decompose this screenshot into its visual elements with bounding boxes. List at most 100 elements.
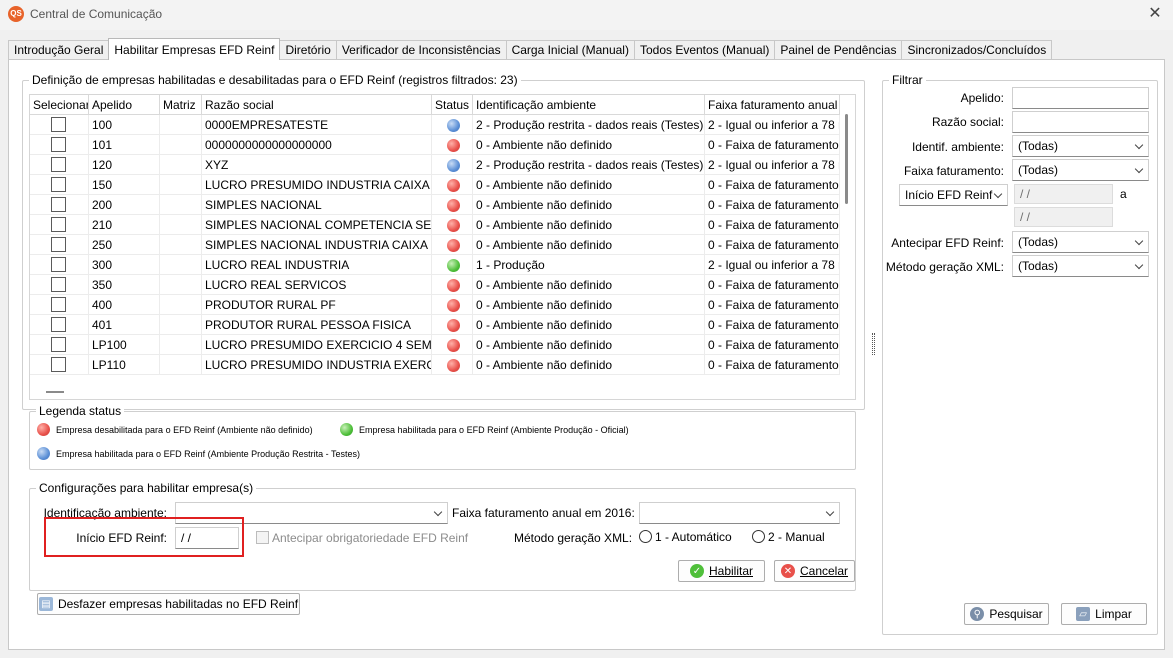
green-status-icon — [340, 423, 353, 436]
limpar-button[interactable]: ▱ Limpar — [1061, 603, 1147, 625]
table-row[interactable]: 350 LUCRO REAL SERVICOS 0 - Ambiente não d… — [30, 275, 840, 295]
table-row[interactable]: 100 0000EMPRESATESTE 2 - Produção restrita… — [30, 115, 840, 135]
table-row[interactable]: 120 XYZ 2 - Produção restrita - dados reai… — [30, 155, 840, 175]
cell-ambiente: 0 - Ambiente não definido — [473, 355, 705, 375]
tab-carga-inicial[interactable]: Carga Inicial (Manual) — [505, 40, 635, 60]
cell-ambiente: 0 - Ambiente não definido — [473, 135, 705, 155]
filter-metodo-label: Método geração XML: — [885, 260, 1004, 274]
row-checkbox[interactable] — [51, 277, 66, 292]
col-header-matriz[interactable]: Matriz — [160, 95, 202, 115]
status-legend-group: Legenda status — [29, 404, 856, 470]
filter-metodo-select[interactable]: (Todas) — [1012, 255, 1149, 277]
tab-todos-eventos[interactable]: Todos Eventos (Manual) — [633, 40, 776, 60]
pesquisar-button[interactable]: ⚲ Pesquisar — [964, 603, 1049, 625]
col-header-faixa[interactable]: Faixa faturamento anual — [705, 95, 840, 115]
document-icon: ▤ — [38, 597, 53, 611]
row-checkbox[interactable] — [51, 357, 66, 372]
radio-automatico[interactable] — [639, 530, 652, 543]
legend-red-text: Empresa desabilitada para o EFD Reinf (A… — [56, 425, 313, 435]
cell-faixa: 0 - Faixa de faturamento — [705, 175, 840, 195]
row-checkbox[interactable] — [51, 157, 66, 172]
table-row[interactable]: 200 SIMPLES NACIONAL 0 - Ambiente não defi… — [30, 195, 840, 215]
table-row[interactable]: 401 PRODUTOR RURAL PESSOA FISICA 0 - Ambie… — [30, 315, 840, 335]
filter-ident-select[interactable]: (Todas) — [1012, 135, 1149, 157]
close-icon[interactable]: ✕ — [1145, 4, 1165, 24]
cell-apelido: 250 — [89, 235, 160, 255]
cell-status — [432, 255, 473, 275]
filter-razao-input[interactable] — [1012, 111, 1149, 133]
grid-horizontal-scroll-thumb[interactable] — [46, 391, 64, 393]
cell-faixa: 0 - Faixa de faturamento — [705, 215, 840, 235]
row-checkbox[interactable] — [51, 117, 66, 132]
col-header-status[interactable]: Status — [432, 95, 473, 115]
col-header-apelido[interactable]: Apelido — [89, 95, 160, 115]
cell-selecionar — [30, 135, 89, 155]
cell-ambiente: 0 - Ambiente não definido — [473, 315, 705, 335]
row-checkbox[interactable] — [51, 137, 66, 152]
tab-habilitar-empresas[interactable]: Habilitar Empresas EFD Reinf — [108, 38, 281, 60]
cancelar-button[interactable]: ✕ Cancelar — [774, 560, 855, 582]
cell-matriz — [160, 195, 202, 215]
filter-ident-label: Identif. ambiente: — [911, 140, 1004, 154]
row-checkbox[interactable] — [51, 217, 66, 232]
grid-scroll-thumb[interactable] — [845, 114, 848, 204]
filter-date-to[interactable]: / / — [1014, 207, 1113, 227]
row-checkbox[interactable] — [51, 237, 66, 252]
table-row[interactable]: 101 0000000000000000000 0 - Ambiente não d… — [30, 135, 840, 155]
cell-razao-social: LUCRO REAL INDUSTRIA — [202, 255, 432, 275]
cell-apelido: 150 — [89, 175, 160, 195]
cell-razao-social: SIMPLES NACIONAL — [202, 195, 432, 215]
desfazer-button[interactable]: ▤ Desfazer empresas habilitadas no EFD Re… — [37, 593, 300, 615]
filter-apelido-input[interactable] — [1012, 87, 1149, 109]
tab-painel-pendencias[interactable]: Painel de Pendências — [774, 40, 903, 60]
companies-grid[interactable]: Selecionar Apelido Matriz Razão social S… — [29, 94, 856, 400]
faixa-2016-select[interactable] — [639, 502, 840, 524]
table-row[interactable]: 250 SIMPLES NACIONAL INDUSTRIA CAIXA 0 - A… — [30, 235, 840, 255]
cell-matriz — [160, 255, 202, 275]
cell-apelido: 101 — [89, 135, 160, 155]
col-header-razao[interactable]: Razão social — [202, 95, 432, 115]
table-row[interactable]: 210 SIMPLES NACIONAL COMPETENCIA SERVIC 0 … — [30, 215, 840, 235]
tab-sincronizados[interactable]: Sincronizados/Concluídos — [901, 40, 1053, 60]
check-icon: ✓ — [689, 564, 704, 578]
cell-apelido: LP110 — [89, 355, 160, 375]
cell-apelido: LP100 — [89, 335, 160, 355]
cell-selecionar — [30, 335, 89, 355]
row-checkbox[interactable] — [51, 337, 66, 352]
highlight-box — [44, 517, 244, 557]
cell-faixa: 0 - Faixa de faturamento — [705, 295, 840, 315]
config-group-title: Configurações para habilitar empresa(s) — [36, 481, 257, 495]
red-status-icon — [37, 423, 50, 436]
cell-apelido: 200 — [89, 195, 160, 215]
cancelar-label: Cancelar — [799, 564, 849, 578]
filter-faixa-select[interactable]: (Todas) — [1012, 159, 1149, 181]
table-row[interactable]: LP100 LUCRO PRESUMIDO EXERCICIO 4 SEMANA 0… — [30, 335, 840, 355]
table-row[interactable]: 300 LUCRO REAL INDUSTRIA 1 - Produção 2 - I… — [30, 255, 840, 275]
radio-automatico-label[interactable]: 1 - Automático — [655, 530, 732, 544]
antecipar-checkbox[interactable] — [256, 531, 269, 544]
red-status-icon — [447, 299, 460, 312]
table-row[interactable]: 150 LUCRO PRESUMIDO INDUSTRIA CAIXA 0 - Am… — [30, 175, 840, 195]
radio-manual[interactable] — [752, 530, 765, 543]
row-checkbox[interactable] — [51, 177, 66, 192]
col-header-selecionar[interactable]: Selecionar — [30, 95, 89, 115]
row-checkbox[interactable] — [51, 317, 66, 332]
tab-verificador[interactable]: Verificador de Inconsistências — [335, 40, 507, 60]
habilitar-button[interactable]: ✓ Habilitar — [678, 560, 765, 582]
table-row[interactable]: LP110 LUCRO PRESUMIDO INDUSTRIA EXERCICIO… — [30, 355, 840, 375]
radio-manual-label[interactable]: 2 - Manual — [768, 530, 825, 544]
row-checkbox[interactable] — [51, 257, 66, 272]
table-row[interactable]: 400 PRODUTOR RURAL PF 0 - Ambiente não def… — [30, 295, 840, 315]
splitter-grip[interactable] — [872, 333, 875, 355]
filter-inicio-select[interactable]: Início EFD Reinf — [899, 184, 1008, 206]
eraser-icon: ▱ — [1076, 607, 1091, 621]
cell-apelido: 210 — [89, 215, 160, 235]
tab-diretorio[interactable]: Diretório — [279, 40, 337, 60]
col-header-ambiente[interactable]: Identificação ambiente — [473, 95, 705, 115]
filter-date-from[interactable]: / / — [1014, 184, 1113, 204]
row-checkbox[interactable] — [51, 297, 66, 312]
cell-razao-social: LUCRO PRESUMIDO INDUSTRIA EXERCICIO — [202, 355, 432, 375]
filter-antecipar-select[interactable]: (Todas) — [1012, 231, 1149, 253]
row-checkbox[interactable] — [51, 197, 66, 212]
tab-introducao-geral[interactable]: Introdução Geral — [8, 40, 110, 60]
